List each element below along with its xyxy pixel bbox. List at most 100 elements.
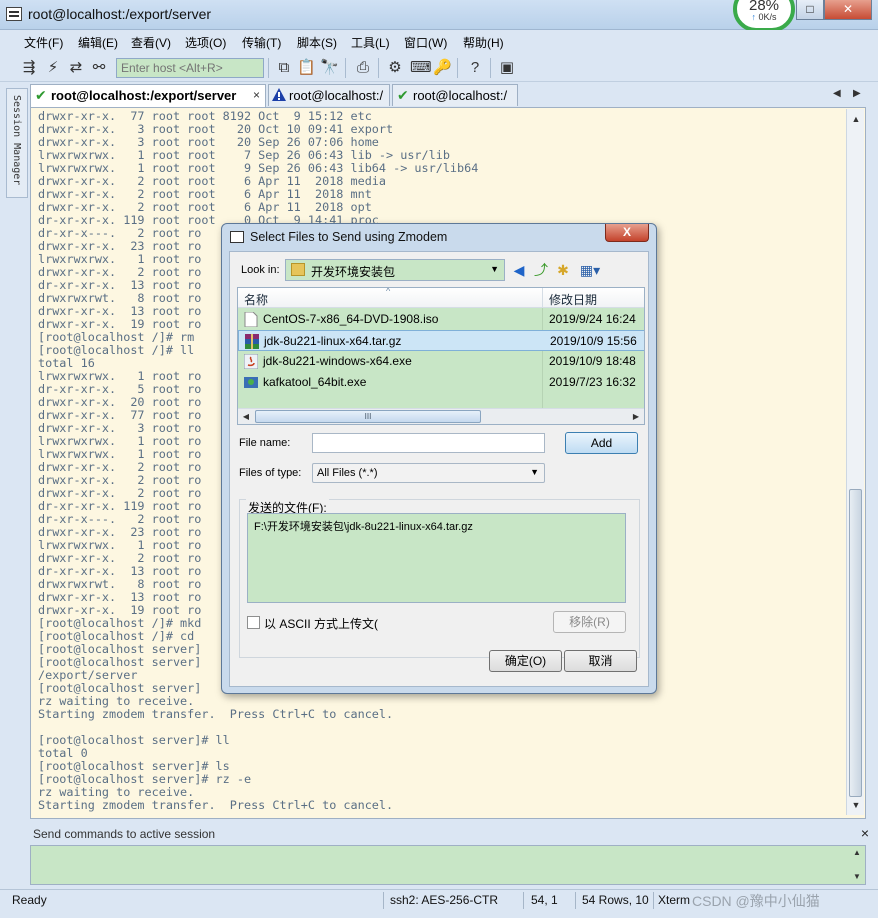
tab-label: root@localhost:/ xyxy=(413,88,508,103)
key-icon[interactable]: 🔑 xyxy=(433,59,452,77)
session-manager-tab[interactable]: Session Manager xyxy=(6,88,28,198)
zmodem-send-dialog: Select Files to Send using Zmodem X Look… xyxy=(221,223,657,694)
scroll-right-icon[interactable]: ▶ xyxy=(628,409,644,424)
chevron-down-icon: ▼ xyxy=(530,467,539,477)
ok-button[interactable]: 确定(O) xyxy=(489,650,562,672)
file-row[interactable]: CentOS-7-x86_64-DVD-1908.iso 2019/9/24 1… xyxy=(238,309,644,330)
scroll-up-icon[interactable]: ▲ xyxy=(847,111,865,127)
up-folder-icon[interactable]: ⤴ xyxy=(532,261,550,279)
file-type-select[interactable]: All Files (*.*) ▼ xyxy=(312,463,545,483)
cancel-button[interactable]: 取消 xyxy=(564,650,637,672)
menu-tools[interactable]: 工具(L) xyxy=(351,34,390,51)
remove-button[interactable]: 移除(R) xyxy=(553,611,626,633)
terminal-line: Starting zmodem transfer. Press Ctrl+C t… xyxy=(38,798,394,812)
reconnect-icon[interactable]: ⇄ xyxy=(67,59,85,77)
menu-transfer[interactable]: 传输(T) xyxy=(242,34,281,51)
scroll-down-icon[interactable]: ▼ xyxy=(853,872,861,881)
tab-close-icon[interactable]: × xyxy=(253,88,260,102)
file-row-selected[interactable]: jdk-8u221-linux-x64.tar.gz 2019/10/9 15:… xyxy=(238,330,644,351)
status-terminal-type: Xterm xyxy=(658,893,691,907)
find-icon[interactable]: 🔭 xyxy=(320,59,339,77)
copy-icon[interactable]: ⧉ xyxy=(275,59,293,77)
upload-arrow-icon: ↑ xyxy=(751,12,756,22)
network-speed-widget[interactable]: 28% ↑ 0K/s xyxy=(733,0,795,32)
disc-image-icon xyxy=(244,312,258,327)
hscroll-thumb[interactable]: III xyxy=(255,410,481,423)
file-list-header: 名称 ^ 修改日期 xyxy=(238,287,644,308)
dialog-title-bar: Select Files to Send using Zmodem xyxy=(222,224,656,250)
file-list: 名称 ^ 修改日期 CentOS-7-x86_64-DVD-1908.iso 2… xyxy=(237,287,645,425)
look-in-select[interactable]: 开发环境安装包 ▼ xyxy=(285,259,505,281)
window-title: root@localhost:/export/server xyxy=(28,6,212,22)
app-icon xyxy=(6,7,22,21)
dialog-app-icon xyxy=(230,231,244,243)
scroll-up-icon[interactable]: ▲ xyxy=(853,848,861,857)
file-name-label: File name: xyxy=(239,437,291,449)
tab-session-2[interactable]: root@localhost:/ xyxy=(268,84,390,106)
new-folder-icon[interactable]: ✱ xyxy=(554,261,572,279)
command-scrollbar[interactable]: ▲ ▼ xyxy=(850,846,865,884)
send-files-list[interactable]: F:\开发环境安装包\jdk-8u221-linux-x64.tar.gz xyxy=(247,513,626,603)
connect-icon[interactable]: ⇶ xyxy=(20,59,38,77)
scroll-thumb[interactable] xyxy=(849,489,862,797)
menu-options[interactable]: 选项(O) xyxy=(185,34,226,51)
back-icon[interactable]: ◀ xyxy=(510,261,528,279)
column-name[interactable]: 名称 xyxy=(244,291,268,308)
speed-rate: ↑ 0K/s xyxy=(751,12,777,22)
menu-edit[interactable]: 编辑(E) xyxy=(78,34,118,51)
connected-check-icon: ✔ xyxy=(35,87,47,103)
keymap-icon[interactable]: ⌨ xyxy=(410,59,432,77)
dialog-title: Select Files to Send using Zmodem xyxy=(250,230,448,244)
tab-scroll-left-icon[interactable]: ◀ xyxy=(833,88,841,99)
host-input[interactable] xyxy=(116,58,264,78)
watermark: CSDN @豫中小仙猫 xyxy=(692,893,820,909)
disconnect-icon[interactable]: ⚯ xyxy=(90,59,108,77)
chevron-down-icon: ▼ xyxy=(490,264,499,274)
view-menu-icon[interactable]: ▦▾ xyxy=(576,261,604,279)
securecrt-window: root@localhost:/export/server 28% ↑ 0K/s… xyxy=(0,0,878,918)
title-bar: root@localhost:/export/server 28% ↑ 0K/s… xyxy=(0,0,878,32)
terminal-line: [root@localhost server]# ll xyxy=(38,733,230,747)
send-files-group: 发送的文件(F): F:\开发环境安装包\jdk-8u221-linux-x64… xyxy=(239,499,640,658)
command-window-header: Send commands to active session × xyxy=(28,824,872,844)
send-file-item[interactable]: F:\开发环境安装包\jdk-8u221-linux-x64.tar.gz xyxy=(254,518,473,534)
menu-view[interactable]: 查看(V) xyxy=(131,34,171,51)
menu-script[interactable]: 脚本(S) xyxy=(297,34,337,51)
status-cursor-position: 54, 1 xyxy=(531,893,558,907)
java-installer-icon xyxy=(244,354,258,369)
tab-label: root@localhost:/export/server xyxy=(51,88,237,103)
sort-up-icon: ^ xyxy=(386,287,391,296)
column-date[interactable]: 修改日期 xyxy=(549,291,597,308)
script-icon[interactable]: ▣ xyxy=(498,59,516,77)
scroll-down-icon[interactable]: ▼ xyxy=(847,797,865,813)
print-icon[interactable]: ⎙ xyxy=(354,59,372,77)
file-name-input[interactable] xyxy=(312,433,545,453)
close-window-button[interactable]: ✕ xyxy=(824,0,872,20)
terminal-scrollbar[interactable]: ▲ ▼ xyxy=(846,109,864,815)
menu-window[interactable]: 窗口(W) xyxy=(404,34,447,51)
file-row[interactable]: jdk-8u221-windows-x64.exe 2019/10/9 18:4… xyxy=(238,351,644,372)
app-installer-icon xyxy=(244,377,258,388)
maximize-button[interactable]: □ xyxy=(796,0,824,20)
quick-connect-icon[interactable]: ⚡ xyxy=(44,59,62,77)
ascii-upload-checkbox[interactable] xyxy=(247,616,260,629)
command-input[interactable] xyxy=(30,845,866,885)
dialog-close-button[interactable]: X xyxy=(605,224,649,242)
tab-scroll-right-icon[interactable]: ▶ xyxy=(853,88,861,99)
help-icon[interactable]: ? xyxy=(466,59,484,77)
tab-session-3[interactable]: ✔ root@localhost:/ xyxy=(392,84,518,106)
file-row[interactable]: kafkatool_64bit.exe 2019/7/23 16:32 xyxy=(238,372,644,393)
settings-icon[interactable]: ⚙ xyxy=(386,59,404,77)
file-list-hscroll[interactable]: ◀ III ▶ xyxy=(238,408,644,424)
tab-session-1[interactable]: ✔ root@localhost:/export/server × xyxy=(30,84,266,107)
look-in-label: Look in: xyxy=(241,264,280,276)
status-bar: Ready ssh2: AES-256-CTR 54, 1 54 Rows, 1… xyxy=(0,889,878,911)
menu-help[interactable]: 帮助(H) xyxy=(463,34,504,51)
menu-file[interactable]: 文件(F) xyxy=(24,34,63,51)
dialog-body: Look in: 开发环境安装包 ▼ ◀ ⤴ ✱ ▦▾ 名称 ^ 修改日期 Ce… xyxy=(229,251,649,687)
command-window-close-icon[interactable]: × xyxy=(861,825,869,841)
scroll-left-icon[interactable]: ◀ xyxy=(238,409,254,424)
tab-label: root@localhost:/ xyxy=(289,88,384,103)
paste-icon[interactable]: 📋 xyxy=(297,59,316,77)
add-button[interactable]: Add xyxy=(565,432,638,454)
